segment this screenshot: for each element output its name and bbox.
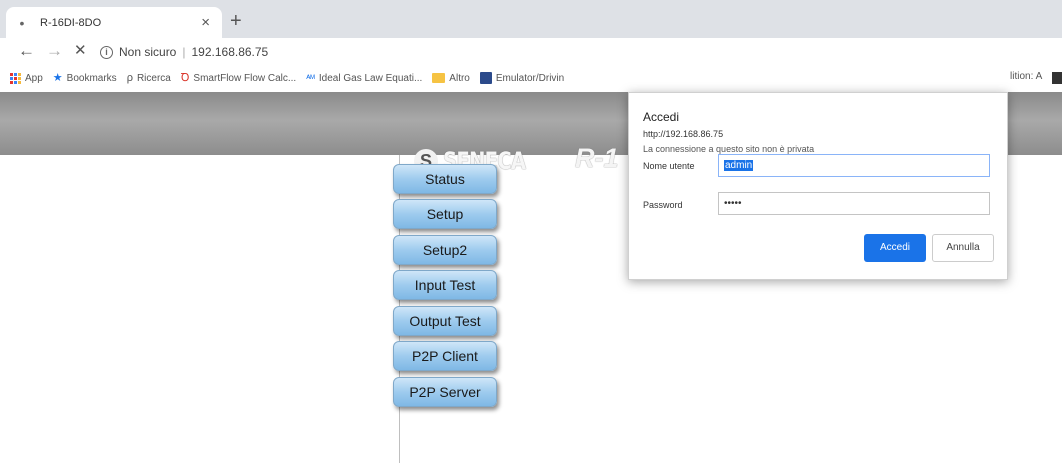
bookmark-label: SmartFlow Flow Calc... [193,72,297,84]
menu-p2p-client-button[interactable]: P2P Client [393,341,497,371]
apps-grid-icon [10,72,21,84]
search-icon: ρ [126,71,133,84]
bookmark-ricerca[interactable]: ρ Ricerca [126,71,171,84]
info-icon[interactable]: i [100,45,113,59]
device-model: R-1 [575,143,619,173]
smartflow-icon: Ꝺ [180,71,190,84]
bookmarks-bar: App ★ Bookmarks ρ Ricerca Ꝺ SmartFlow Fl… [0,66,1062,90]
address-separator: | [182,45,186,59]
dialog-title: Accedi [643,110,680,124]
menu-status-button[interactable]: Status [393,164,497,194]
back-icon[interactable]: ← [18,41,35,61]
username-value: admin [724,160,754,171]
browser-tab[interactable]: • R-16DI-8DO × [6,7,222,38]
bookmark-altro[interactable]: Altro [432,73,470,84]
dot-icon: • [19,14,25,31]
star-icon: ★ [52,71,63,84]
menu-setup-button[interactable]: Setup [393,199,497,229]
login-button[interactable]: Accedi [864,234,926,262]
bookmark-bookmarks[interactable]: ★ Bookmarks [52,71,117,84]
menu-setup2-button[interactable]: Setup2 [393,235,497,265]
folder-icon [432,73,446,83]
username-field[interactable]: admin [718,154,990,177]
bookmark-edition[interactable]: lition: A [1010,71,1042,82]
login-dialog: Accedi http://192.168.86.75 La connessio… [628,92,1008,280]
bookmark-label: Bookmarks [66,72,117,84]
bookmark-overflow-icon[interactable] [1052,72,1062,84]
tab-title: R-16DI-8DO [40,16,102,29]
bookmark-label: App [25,72,43,84]
new-tab-button[interactable]: + [230,9,242,33]
emulator-icon [479,72,492,84]
forward-icon[interactable]: → [46,41,63,61]
bookmark-apps[interactable]: App [10,72,43,84]
menu-p2p-server-button[interactable]: P2P Server [393,377,497,407]
ideal-gas-icon: ᴬᴹ [306,72,315,83]
bookmark-label: Altro [449,72,470,84]
stop-icon[interactable]: ✕ [74,41,87,61]
username-label: Nome utente [643,161,695,171]
menu-input-test-button[interactable]: Input Test [393,270,497,300]
bookmark-label: Ideal Gas Law Equati... [318,72,423,84]
password-value: ••••• [724,198,742,209]
menu-output-test-button[interactable]: Output Test [393,306,497,336]
password-label: Password [643,200,683,210]
bookmark-ideal-gas[interactable]: ᴬᴹ Ideal Gas Law Equati... [306,73,422,84]
security-label: Non sicuro [119,45,177,59]
bookmark-smartflow[interactable]: Ꝺ SmartFlow Flow Calc... [180,71,297,84]
tab-strip: • R-16DI-8DO × + [0,0,1062,38]
bookmark-emulator[interactable]: Emulator/Drivin [479,72,565,84]
close-tab-icon[interactable]: × [201,14,210,31]
dialog-message: La connessione a questo sito non è priva… [643,144,815,154]
bookmark-label: Emulator/Drivin [495,72,565,84]
password-field[interactable]: ••••• [718,192,990,215]
cancel-button[interactable]: Annulla [932,234,994,262]
address-bar[interactable]: i Non sicuro | 192.168.86.75 [100,41,1050,63]
bookmark-label: Ricerca [136,72,171,84]
dialog-url: http://192.168.86.75 [643,129,724,139]
navigation-bar: ← → ✕ i Non sicuro | 192.168.86.75 [0,38,1062,66]
url-text[interactable]: 192.168.86.75 [191,45,268,59]
